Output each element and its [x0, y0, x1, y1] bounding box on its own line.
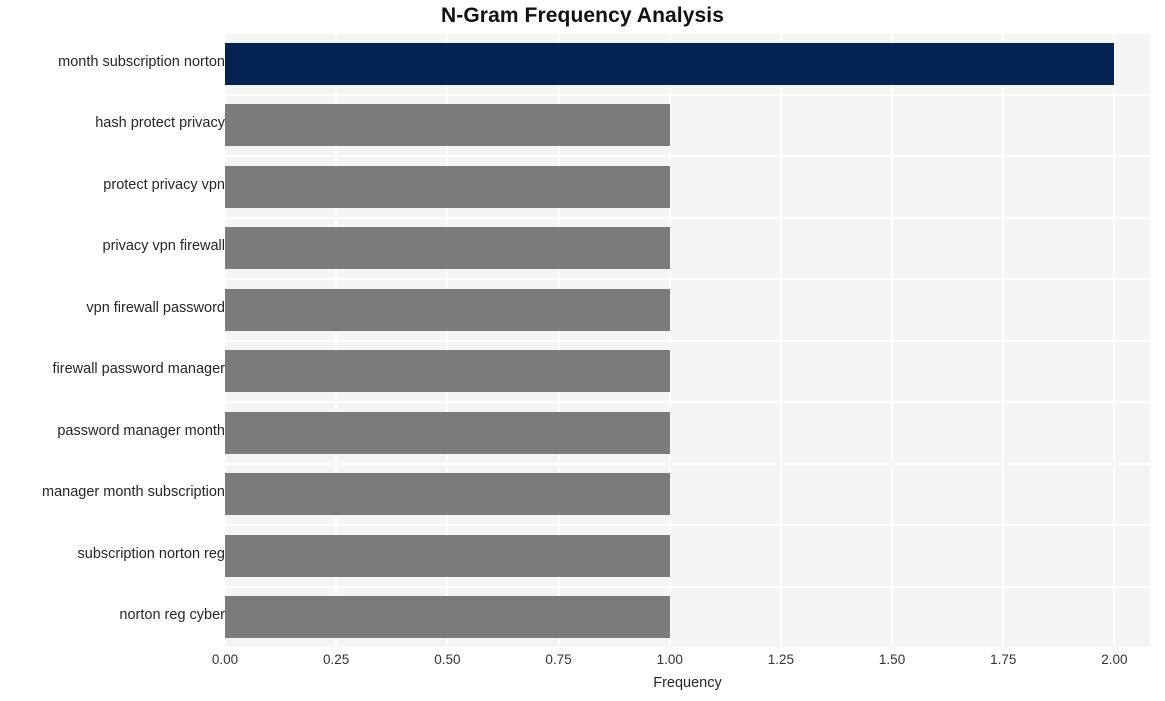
- x-axis-tick-label: 1.50: [878, 652, 906, 667]
- gridline-horizontal: [225, 278, 1150, 280]
- bar: [225, 165, 670, 208]
- gridline-horizontal: [225, 524, 1150, 526]
- y-axis-tick-label: password manager month: [57, 422, 225, 439]
- y-axis-tick-label: protect privacy vpn: [103, 176, 225, 193]
- y-axis-tick-label: manager month subscription: [42, 484, 225, 501]
- gridline-horizontal: [225, 339, 1150, 342]
- bar: [225, 596, 670, 639]
- x-axis-tick-label: 0.75: [545, 652, 572, 667]
- y-axis-tick-label: privacy vpn firewall: [102, 238, 226, 255]
- x-axis-tick-label: 0.00: [211, 652, 239, 667]
- gridline-horizontal: [225, 93, 1150, 96]
- bar: [225, 288, 670, 331]
- gridline-horizontal: [225, 462, 1150, 465]
- bar: [225, 411, 670, 454]
- x-axis-tick-label: 1.75: [990, 652, 1017, 667]
- y-axis-tick-label: month subscription norton: [58, 53, 225, 70]
- x-axis-tick-label: 0.25: [323, 652, 350, 667]
- y-axis-tick-label: vpn firewall password: [86, 299, 225, 316]
- chart-title: N-Gram Frequency Analysis: [441, 4, 724, 27]
- bar: [225, 534, 670, 577]
- x-axis-tick-label: 1.25: [767, 652, 795, 667]
- gridline-horizontal: [225, 647, 1150, 648]
- x-axis-tick-label: 2.00: [1101, 652, 1128, 667]
- y-axis-tick-label: norton reg cyber: [119, 607, 225, 624]
- x-axis-tick-label: 1.00: [656, 652, 683, 667]
- bar: [225, 104, 670, 147]
- gridline-horizontal: [225, 585, 1150, 588]
- x-axis-tick-labels: 0.00 0.25 0.50 0.75 1.00 1.25 1.50 1.75 2.00: [212, 652, 1150, 674]
- bar: [225, 350, 670, 393]
- chart-figure: N-Gram Frequency Analysis month subscrip…: [0, 0, 1165, 701]
- gridline-horizontal: [225, 401, 1150, 403]
- x-axis-tick-label: 0.50: [434, 652, 461, 667]
- bar: [225, 42, 1115, 85]
- gridline-horizontal: [225, 33, 1150, 34]
- gridline-horizontal: [225, 155, 1150, 157]
- y-axis-tick-label: subscription norton reg: [77, 545, 226, 562]
- x-axis-label: Frequency: [653, 675, 722, 691]
- bar: [225, 227, 670, 270]
- y-axis-tick-label: hash protect privacy: [95, 115, 225, 132]
- plot-area: [225, 33, 1150, 648]
- gridline-horizontal: [225, 216, 1150, 219]
- bar: [225, 473, 670, 516]
- y-axis-tick-label: firewall password manager: [52, 361, 225, 378]
- y-axis-tick-labels: month subscription norton hash protect pr…: [0, 33, 225, 648]
